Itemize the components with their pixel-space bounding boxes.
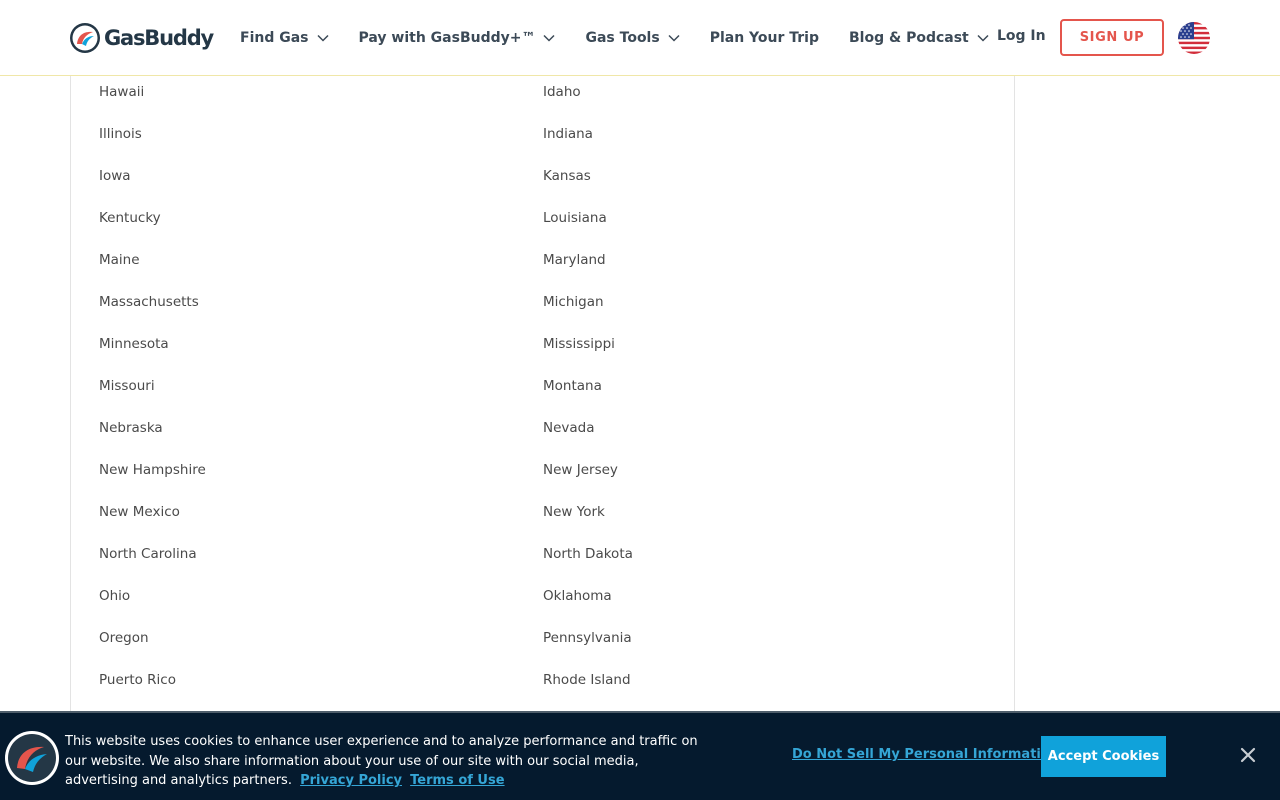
state-link-north-dakota[interactable]: North Dakota [543, 546, 633, 562]
state-link-oklahoma[interactable]: Oklahoma [543, 588, 612, 604]
chevron-down-icon [543, 34, 556, 42]
state-link-maine[interactable]: Maine [99, 252, 140, 268]
state-link-oregon[interactable]: Oregon [99, 630, 149, 646]
states-list-card: Hawaii Idaho Illinois Indiana Iowa Kansa… [70, 76, 1015, 800]
chevron-down-icon [668, 34, 680, 42]
nav-label: Plan Your Trip [709, 30, 820, 46]
state-link-new-hampshire[interactable]: New Hampshire [99, 462, 206, 478]
gasbuddy-logo[interactable]: GasBuddy [69, 21, 214, 55]
nav-plan-your-trip[interactable]: Plan Your Trip [710, 30, 819, 46]
chevron-down-icon [316, 34, 329, 42]
state-link-montana[interactable]: Montana [543, 378, 602, 394]
logo-text: GasBuddy [104, 26, 214, 50]
state-link-michigan[interactable]: Michigan [543, 294, 604, 310]
state-link-nebraska[interactable]: Nebraska [99, 420, 163, 436]
state-link-indiana[interactable]: Indiana [543, 126, 593, 142]
state-link-pennsylvania[interactable]: Pennsylvania [543, 630, 632, 646]
nav-pay-with-gasbuddy[interactable]: Pay with GasBuddy+™ [359, 30, 556, 46]
nav-find-gas[interactable]: Find Gas [240, 30, 329, 46]
state-link-idaho[interactable]: Idaho [543, 84, 581, 100]
state-link-new-jersey[interactable]: New Jersey [543, 462, 618, 478]
nav-label: Find Gas [240, 30, 309, 46]
state-link-rhode-island[interactable]: Rhode Island [543, 672, 631, 688]
chevron-down-icon [977, 34, 989, 42]
state-link-massachusetts[interactable]: Massachusetts [99, 294, 199, 310]
state-link-minnesota[interactable]: Minnesota [99, 336, 169, 352]
close-icon[interactable] [1236, 743, 1260, 767]
state-link-iowa[interactable]: Iowa [99, 168, 131, 184]
login-link[interactable]: Log In [997, 28, 1046, 44]
gasbuddy-badge-icon [5, 731, 59, 785]
state-link-mississippi[interactable]: Mississippi [543, 336, 615, 352]
state-link-kansas[interactable]: Kansas [543, 168, 591, 184]
privacy-policy-link[interactable]: Privacy Policy [300, 773, 402, 788]
state-link-louisiana[interactable]: Louisiana [543, 210, 607, 226]
nav-blog-podcast[interactable]: Blog & Podcast [849, 30, 989, 46]
terms-of-use-link[interactable]: Terms of Use [410, 773, 504, 788]
nav-gas-tools[interactable]: Gas Tools [585, 30, 680, 46]
cookie-consent-banner: This website uses cookies to enhance use… [0, 711, 1280, 800]
do-not-sell-link[interactable]: Do Not Sell My Personal Information [792, 747, 1059, 762]
site-header: GasBuddy Find Gas Pay with GasBuddy+™ Ga… [0, 0, 1280, 76]
nav-label: Blog & Podcast [849, 30, 969, 46]
state-link-north-carolina[interactable]: North Carolina [99, 546, 197, 562]
accept-cookies-button[interactable]: Accept Cookies [1041, 736, 1166, 777]
nav-label: Pay with GasBuddy+™ [358, 30, 536, 46]
signup-button[interactable]: SIGN UP [1060, 19, 1164, 56]
state-link-illinois[interactable]: Illinois [99, 126, 142, 142]
main-nav: Find Gas Pay with GasBuddy+™ Gas Tools P… [240, 0, 1019, 76]
us-flag-icon[interactable] [1178, 22, 1210, 54]
state-link-new-york[interactable]: New York [543, 504, 605, 520]
nav-label: Gas Tools [585, 30, 660, 46]
state-link-nevada[interactable]: Nevada [543, 420, 595, 436]
state-link-kentucky[interactable]: Kentucky [99, 210, 161, 226]
state-link-puerto-rico[interactable]: Puerto Rico [99, 672, 176, 688]
state-link-maryland[interactable]: Maryland [543, 252, 606, 268]
state-link-hawaii[interactable]: Hawaii [99, 84, 144, 100]
cookie-message: This website uses cookies to enhance use… [65, 732, 705, 791]
state-link-new-mexico[interactable]: New Mexico [99, 504, 180, 520]
state-link-missouri[interactable]: Missouri [99, 378, 155, 394]
gasbuddy-logo-icon [70, 23, 100, 53]
state-link-ohio[interactable]: Ohio [99, 588, 130, 604]
